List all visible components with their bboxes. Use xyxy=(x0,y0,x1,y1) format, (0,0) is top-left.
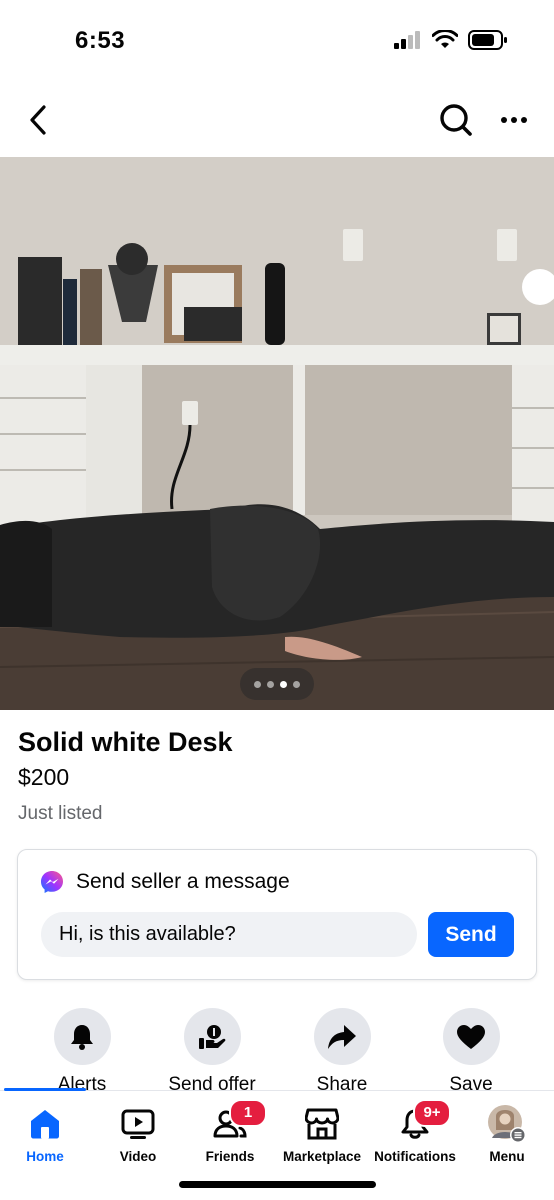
status-icons xyxy=(394,29,508,55)
photo-pager xyxy=(240,668,314,700)
messenger-icon xyxy=(41,871,63,893)
tab-home-label: Home xyxy=(26,1149,64,1164)
nav-bar xyxy=(0,92,554,148)
tab-friends[interactable]: 1 Friends xyxy=(180,1099,280,1164)
listing-price: $200 xyxy=(18,764,70,790)
video-icon xyxy=(121,1109,155,1139)
action-row: Alerts Send offer Share Save xyxy=(0,1008,554,1092)
tab-menu-label: Menu xyxy=(489,1149,525,1164)
send-offer-button[interactable]: Send offer xyxy=(157,1008,267,1092)
message-card-header: Send seller a message xyxy=(40,870,290,894)
listing-title: Solid white Desk xyxy=(18,727,233,757)
tab-friends-label: Friends xyxy=(205,1149,255,1164)
send-offer-circle xyxy=(183,1008,241,1065)
pager-dot xyxy=(254,680,261,688)
home-icon xyxy=(31,1110,59,1139)
pager-dot-active xyxy=(280,680,287,688)
heart-icon xyxy=(457,1024,485,1049)
status-bar: 6:53 xyxy=(0,0,554,80)
save-button[interactable]: Save xyxy=(416,1008,526,1092)
home-indicator xyxy=(179,1181,376,1188)
wifi-icon xyxy=(431,29,459,55)
pager-dot xyxy=(293,680,300,688)
save-circle xyxy=(442,1008,500,1065)
battery-icon xyxy=(468,30,508,55)
tab-menu[interactable]: Menu xyxy=(457,1101,554,1164)
photo-scene xyxy=(0,157,554,710)
pager-dot xyxy=(267,680,274,688)
tab-notifications-label: Notifications xyxy=(374,1149,456,1164)
active-tab-indicator xyxy=(4,1088,86,1091)
chevron-left-icon xyxy=(30,105,46,135)
tab-video[interactable]: Video xyxy=(88,1101,188,1164)
notifications-badge: 9+ xyxy=(413,1099,451,1127)
marketplace-icon xyxy=(305,1108,339,1140)
listing-status: Just listed xyxy=(18,803,103,824)
tab-marketplace[interactable]: Marketplace xyxy=(272,1101,372,1164)
message-input[interactable]: Hi, is this available? xyxy=(41,912,417,957)
offer-icon xyxy=(199,1024,226,1049)
send-button[interactable]: Send xyxy=(428,912,514,957)
tab-home[interactable]: Home xyxy=(0,1101,95,1164)
share-circle xyxy=(313,1008,371,1065)
tab-video-label: Video xyxy=(119,1149,157,1164)
friends-badge: 1 xyxy=(229,1099,267,1127)
status-time: 6:53 xyxy=(75,27,126,54)
bell-icon xyxy=(71,1024,93,1050)
tab-marketplace-label: Marketplace xyxy=(282,1149,362,1164)
share-icon xyxy=(328,1024,356,1049)
cellular-signal-icon xyxy=(394,31,422,54)
message-card-title: Send seller a message xyxy=(76,870,290,893)
search-icon xyxy=(440,104,472,136)
more-dots-icon xyxy=(501,117,527,123)
search-button[interactable] xyxy=(434,98,478,142)
listing-photo[interactable] xyxy=(0,157,554,710)
avatar xyxy=(488,1105,526,1143)
back-button[interactable] xyxy=(18,100,58,140)
alerts-button[interactable]: Alerts xyxy=(27,1008,137,1092)
message-seller-card: Send seller a message Hi, is this availa… xyxy=(17,849,537,980)
tab-notifications[interactable]: 9+ Notifications xyxy=(365,1099,465,1164)
alerts-circle xyxy=(53,1008,111,1065)
share-button[interactable]: Share xyxy=(287,1008,397,1092)
more-options-button[interactable] xyxy=(492,98,536,142)
